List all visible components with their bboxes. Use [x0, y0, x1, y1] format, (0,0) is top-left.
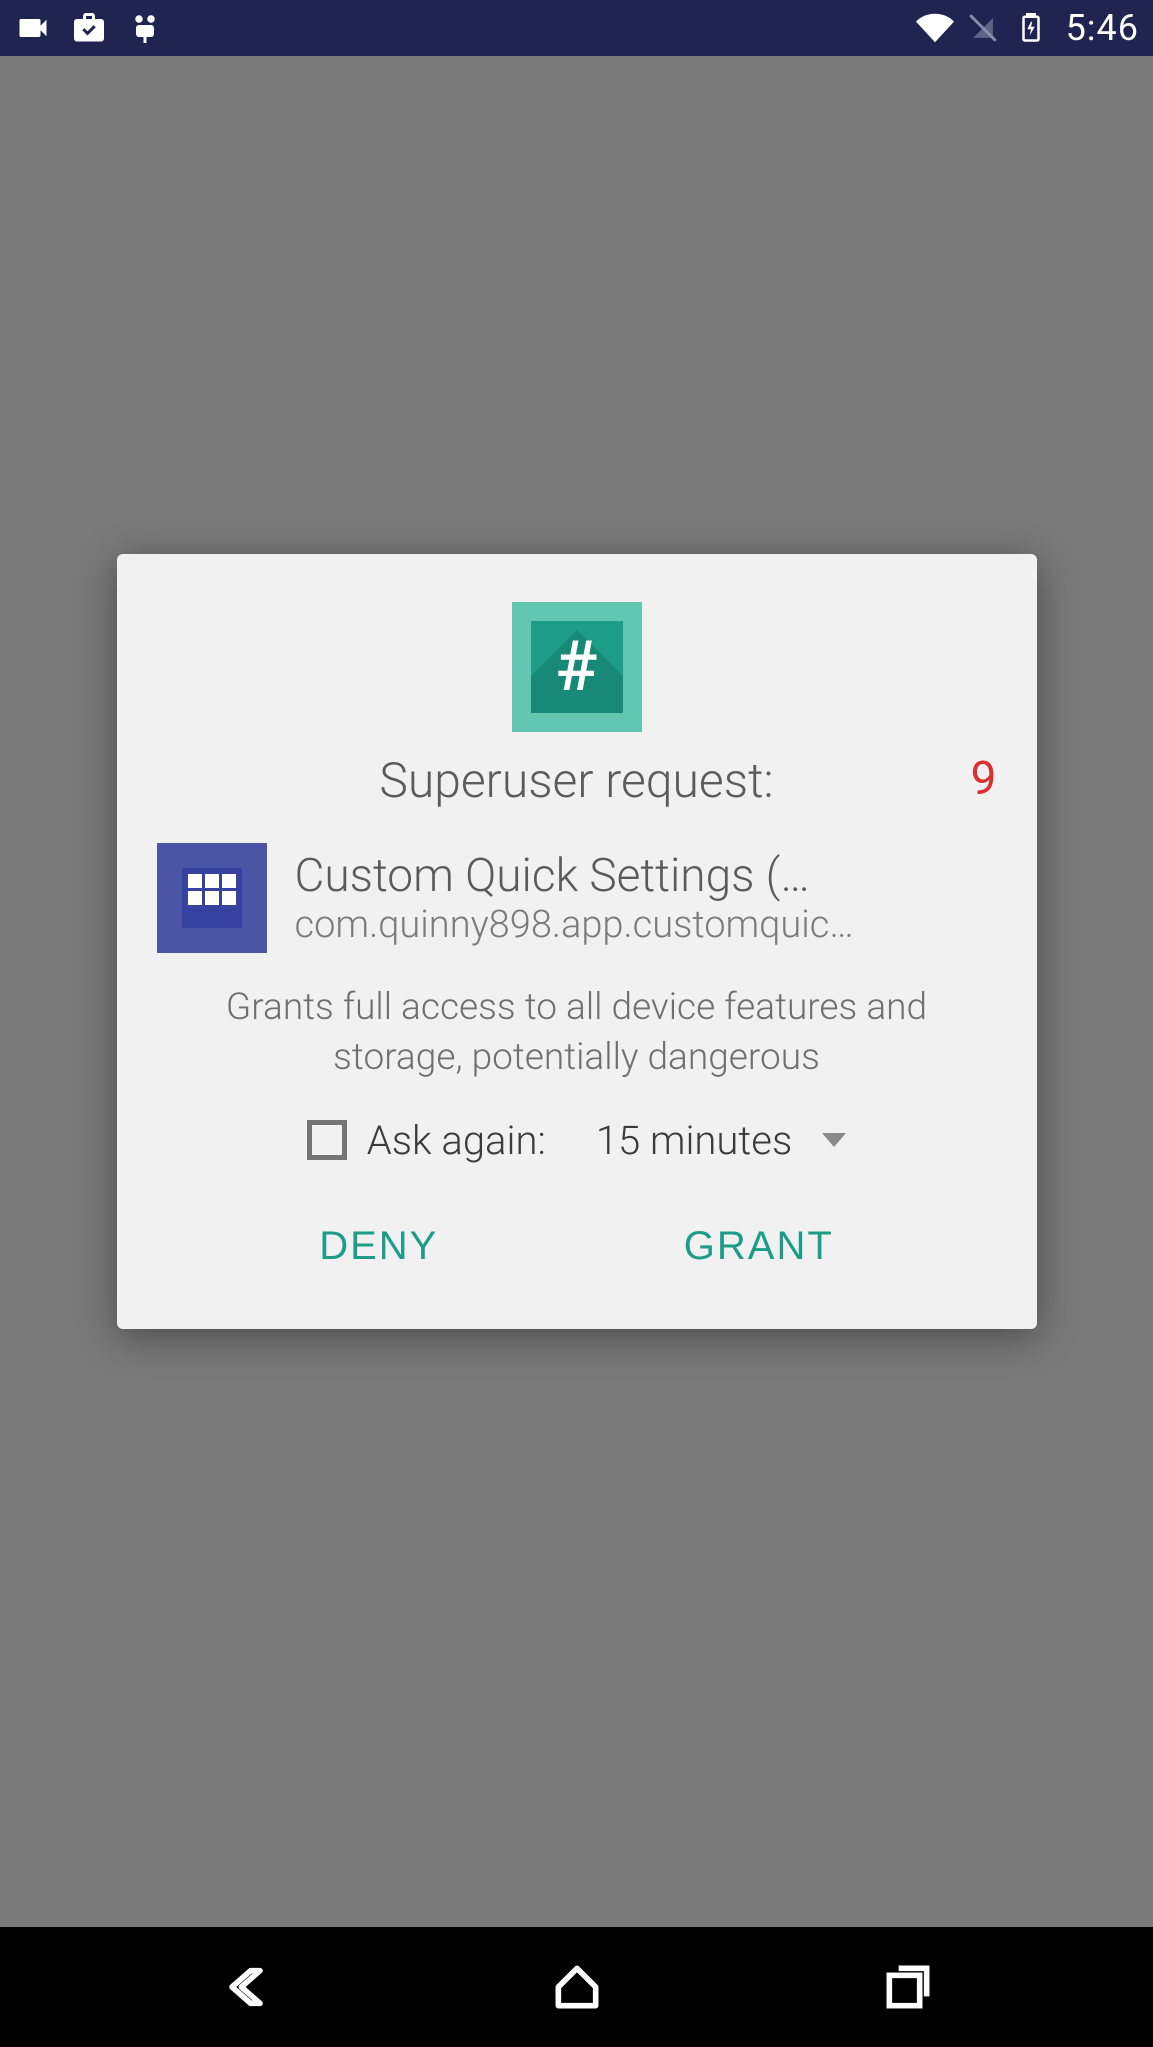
ask-again-label: Ask again: [367, 1117, 546, 1164]
status-right: 5:46 [916, 7, 1139, 49]
superuser-icon-wrap: # [157, 602, 997, 732]
superuser-icon: # [512, 602, 642, 732]
recents-button[interactable] [876, 1955, 940, 2019]
navigation-bar [0, 1927, 1153, 2047]
superuser-dialog: # Superuser request: 9 Custom Quick Sett… [117, 554, 1037, 1329]
status-bar: 5:46 [0, 0, 1153, 56]
status-left [14, 9, 164, 47]
app-background: # Superuser request: 9 Custom Quick Sett… [0, 56, 1153, 1927]
dialog-title-row: Superuser request: 9 [157, 752, 997, 809]
android-mascot-icon [126, 9, 164, 47]
warning-text: Grants full access to all device feature… [157, 983, 997, 1083]
deny-button[interactable]: DENY [299, 1214, 458, 1279]
ask-again-row: Ask again: 15 minutes [157, 1117, 997, 1164]
ask-again-checkbox[interactable] [307, 1120, 347, 1160]
wifi-icon [916, 9, 954, 47]
grant-button[interactable]: GRANT [664, 1214, 854, 1279]
battery-charging-icon [1012, 9, 1050, 47]
app-package: com.quinny898.app.customquic… [295, 903, 997, 947]
no-sim-icon [964, 9, 1002, 47]
countdown-timer: 9 [971, 752, 997, 806]
status-time: 5:46 [1066, 7, 1139, 49]
dialog-buttons: DENY GRANT [157, 1204, 997, 1309]
ask-again-dropdown[interactable]: 15 minutes [596, 1117, 846, 1164]
ask-again-value: 15 minutes [596, 1117, 792, 1164]
app-text: Custom Quick Settings (… com.quinny898.a… [295, 849, 997, 947]
dialog-title: Superuser request: [379, 752, 773, 809]
back-button[interactable] [214, 1955, 278, 2019]
video-icon [14, 9, 52, 47]
hash-icon: # [555, 626, 597, 708]
app-name: Custom Quick Settings (… [295, 849, 997, 903]
chevron-down-icon [822, 1133, 846, 1147]
home-button[interactable] [545, 1955, 609, 2019]
briefcase-check-icon [70, 9, 108, 47]
app-icon [157, 843, 267, 953]
requesting-app-row: Custom Quick Settings (… com.quinny898.a… [157, 843, 997, 953]
